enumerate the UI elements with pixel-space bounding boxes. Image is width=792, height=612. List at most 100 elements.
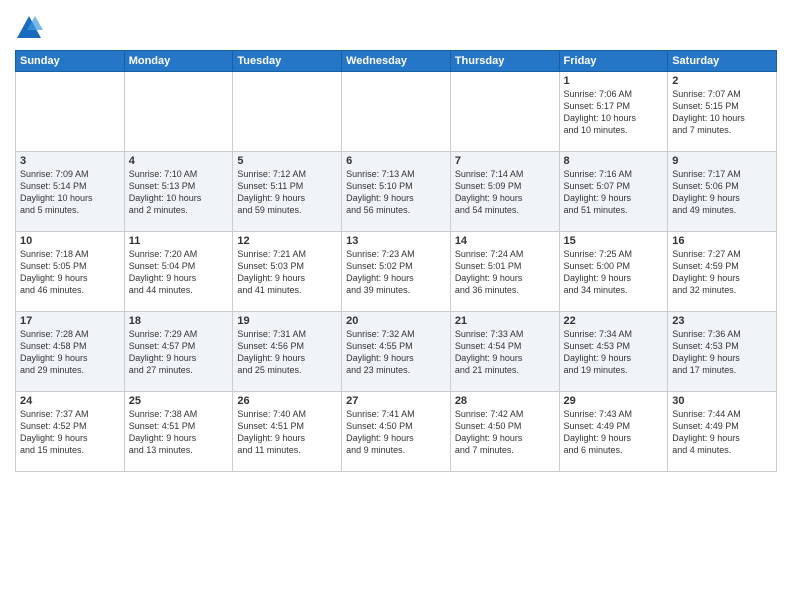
calendar-cell: 13Sunrise: 7:23 AM Sunset: 5:02 PM Dayli… bbox=[342, 232, 451, 312]
calendar-cell: 2Sunrise: 7:07 AM Sunset: 5:15 PM Daylig… bbox=[668, 72, 777, 152]
logo-icon bbox=[15, 14, 43, 42]
day-info: Sunrise: 7:13 AM Sunset: 5:10 PM Dayligh… bbox=[346, 168, 446, 217]
calendar-cell: 24Sunrise: 7:37 AM Sunset: 4:52 PM Dayli… bbox=[16, 392, 125, 472]
header-day: Saturday bbox=[668, 51, 777, 72]
day-info: Sunrise: 7:38 AM Sunset: 4:51 PM Dayligh… bbox=[129, 408, 229, 457]
day-number: 30 bbox=[672, 395, 772, 407]
day-number: 5 bbox=[237, 155, 337, 167]
day-number: 14 bbox=[455, 235, 555, 247]
day-info: Sunrise: 7:29 AM Sunset: 4:57 PM Dayligh… bbox=[129, 328, 229, 377]
calendar-cell bbox=[342, 72, 451, 152]
day-info: Sunrise: 7:06 AM Sunset: 5:17 PM Dayligh… bbox=[564, 88, 664, 137]
day-info: Sunrise: 7:27 AM Sunset: 4:59 PM Dayligh… bbox=[672, 248, 772, 297]
day-info: Sunrise: 7:09 AM Sunset: 5:14 PM Dayligh… bbox=[20, 168, 120, 217]
calendar-week: 24Sunrise: 7:37 AM Sunset: 4:52 PM Dayli… bbox=[16, 392, 777, 472]
day-number: 16 bbox=[672, 235, 772, 247]
day-info: Sunrise: 7:17 AM Sunset: 5:06 PM Dayligh… bbox=[672, 168, 772, 217]
calendar-cell: 14Sunrise: 7:24 AM Sunset: 5:01 PM Dayli… bbox=[450, 232, 559, 312]
header-day: Sunday bbox=[16, 51, 125, 72]
day-info: Sunrise: 7:33 AM Sunset: 4:54 PM Dayligh… bbox=[455, 328, 555, 377]
calendar-cell: 20Sunrise: 7:32 AM Sunset: 4:55 PM Dayli… bbox=[342, 312, 451, 392]
calendar-cell: 23Sunrise: 7:36 AM Sunset: 4:53 PM Dayli… bbox=[668, 312, 777, 392]
calendar-cell: 6Sunrise: 7:13 AM Sunset: 5:10 PM Daylig… bbox=[342, 152, 451, 232]
calendar-cell: 10Sunrise: 7:18 AM Sunset: 5:05 PM Dayli… bbox=[16, 232, 125, 312]
day-info: Sunrise: 7:34 AM Sunset: 4:53 PM Dayligh… bbox=[564, 328, 664, 377]
calendar-cell: 26Sunrise: 7:40 AM Sunset: 4:51 PM Dayli… bbox=[233, 392, 342, 472]
day-info: Sunrise: 7:40 AM Sunset: 4:51 PM Dayligh… bbox=[237, 408, 337, 457]
day-info: Sunrise: 7:25 AM Sunset: 5:00 PM Dayligh… bbox=[564, 248, 664, 297]
calendar-cell: 22Sunrise: 7:34 AM Sunset: 4:53 PM Dayli… bbox=[559, 312, 668, 392]
day-number: 13 bbox=[346, 235, 446, 247]
calendar-table: SundayMondayTuesdayWednesdayThursdayFrid… bbox=[15, 50, 777, 472]
header-day: Tuesday bbox=[233, 51, 342, 72]
day-number: 29 bbox=[564, 395, 664, 407]
day-info: Sunrise: 7:23 AM Sunset: 5:02 PM Dayligh… bbox=[346, 248, 446, 297]
calendar-cell: 12Sunrise: 7:21 AM Sunset: 5:03 PM Dayli… bbox=[233, 232, 342, 312]
calendar-cell: 16Sunrise: 7:27 AM Sunset: 4:59 PM Dayli… bbox=[668, 232, 777, 312]
calendar-cell: 7Sunrise: 7:14 AM Sunset: 5:09 PM Daylig… bbox=[450, 152, 559, 232]
day-number: 1 bbox=[564, 75, 664, 87]
day-info: Sunrise: 7:42 AM Sunset: 4:50 PM Dayligh… bbox=[455, 408, 555, 457]
day-number: 20 bbox=[346, 315, 446, 327]
calendar-cell: 17Sunrise: 7:28 AM Sunset: 4:58 PM Dayli… bbox=[16, 312, 125, 392]
page: SundayMondayTuesdayWednesdayThursdayFrid… bbox=[0, 0, 792, 612]
day-number: 26 bbox=[237, 395, 337, 407]
day-info: Sunrise: 7:24 AM Sunset: 5:01 PM Dayligh… bbox=[455, 248, 555, 297]
calendar-cell: 28Sunrise: 7:42 AM Sunset: 4:50 PM Dayli… bbox=[450, 392, 559, 472]
day-info: Sunrise: 7:16 AM Sunset: 5:07 PM Dayligh… bbox=[564, 168, 664, 217]
day-info: Sunrise: 7:43 AM Sunset: 4:49 PM Dayligh… bbox=[564, 408, 664, 457]
day-info: Sunrise: 7:37 AM Sunset: 4:52 PM Dayligh… bbox=[20, 408, 120, 457]
day-number: 3 bbox=[20, 155, 120, 167]
day-info: Sunrise: 7:12 AM Sunset: 5:11 PM Dayligh… bbox=[237, 168, 337, 217]
day-number: 2 bbox=[672, 75, 772, 87]
day-info: Sunrise: 7:31 AM Sunset: 4:56 PM Dayligh… bbox=[237, 328, 337, 377]
calendar-cell: 18Sunrise: 7:29 AM Sunset: 4:57 PM Dayli… bbox=[124, 312, 233, 392]
calendar-week: 3Sunrise: 7:09 AM Sunset: 5:14 PM Daylig… bbox=[16, 152, 777, 232]
calendar-week: 1Sunrise: 7:06 AM Sunset: 5:17 PM Daylig… bbox=[16, 72, 777, 152]
day-number: 28 bbox=[455, 395, 555, 407]
calendar-cell: 29Sunrise: 7:43 AM Sunset: 4:49 PM Dayli… bbox=[559, 392, 668, 472]
calendar-cell: 15Sunrise: 7:25 AM Sunset: 5:00 PM Dayli… bbox=[559, 232, 668, 312]
day-info: Sunrise: 7:07 AM Sunset: 5:15 PM Dayligh… bbox=[672, 88, 772, 137]
calendar-cell: 21Sunrise: 7:33 AM Sunset: 4:54 PM Dayli… bbox=[450, 312, 559, 392]
calendar-cell: 5Sunrise: 7:12 AM Sunset: 5:11 PM Daylig… bbox=[233, 152, 342, 232]
day-number: 6 bbox=[346, 155, 446, 167]
header-row: SundayMondayTuesdayWednesdayThursdayFrid… bbox=[16, 51, 777, 72]
day-number: 22 bbox=[564, 315, 664, 327]
calendar-cell: 19Sunrise: 7:31 AM Sunset: 4:56 PM Dayli… bbox=[233, 312, 342, 392]
calendar-cell: 8Sunrise: 7:16 AM Sunset: 5:07 PM Daylig… bbox=[559, 152, 668, 232]
day-info: Sunrise: 7:20 AM Sunset: 5:04 PM Dayligh… bbox=[129, 248, 229, 297]
day-info: Sunrise: 7:21 AM Sunset: 5:03 PM Dayligh… bbox=[237, 248, 337, 297]
day-number: 9 bbox=[672, 155, 772, 167]
day-number: 15 bbox=[564, 235, 664, 247]
day-number: 17 bbox=[20, 315, 120, 327]
day-info: Sunrise: 7:28 AM Sunset: 4:58 PM Dayligh… bbox=[20, 328, 120, 377]
day-number: 10 bbox=[20, 235, 120, 247]
day-number: 7 bbox=[455, 155, 555, 167]
day-number: 23 bbox=[672, 315, 772, 327]
day-info: Sunrise: 7:36 AM Sunset: 4:53 PM Dayligh… bbox=[672, 328, 772, 377]
day-number: 18 bbox=[129, 315, 229, 327]
day-number: 12 bbox=[237, 235, 337, 247]
calendar-cell: 9Sunrise: 7:17 AM Sunset: 5:06 PM Daylig… bbox=[668, 152, 777, 232]
day-number: 4 bbox=[129, 155, 229, 167]
header-day: Thursday bbox=[450, 51, 559, 72]
day-info: Sunrise: 7:41 AM Sunset: 4:50 PM Dayligh… bbox=[346, 408, 446, 457]
day-number: 24 bbox=[20, 395, 120, 407]
calendar-cell: 30Sunrise: 7:44 AM Sunset: 4:49 PM Dayli… bbox=[668, 392, 777, 472]
day-number: 27 bbox=[346, 395, 446, 407]
header bbox=[15, 10, 777, 42]
day-number: 8 bbox=[564, 155, 664, 167]
calendar-cell bbox=[450, 72, 559, 152]
calendar-week: 10Sunrise: 7:18 AM Sunset: 5:05 PM Dayli… bbox=[16, 232, 777, 312]
day-number: 21 bbox=[455, 315, 555, 327]
header-day: Monday bbox=[124, 51, 233, 72]
day-number: 11 bbox=[129, 235, 229, 247]
calendar-week: 17Sunrise: 7:28 AM Sunset: 4:58 PM Dayli… bbox=[16, 312, 777, 392]
header-day: Wednesday bbox=[342, 51, 451, 72]
calendar-cell bbox=[233, 72, 342, 152]
calendar-cell: 4Sunrise: 7:10 AM Sunset: 5:13 PM Daylig… bbox=[124, 152, 233, 232]
calendar-cell bbox=[16, 72, 125, 152]
calendar-cell: 1Sunrise: 7:06 AM Sunset: 5:17 PM Daylig… bbox=[559, 72, 668, 152]
day-info: Sunrise: 7:14 AM Sunset: 5:09 PM Dayligh… bbox=[455, 168, 555, 217]
